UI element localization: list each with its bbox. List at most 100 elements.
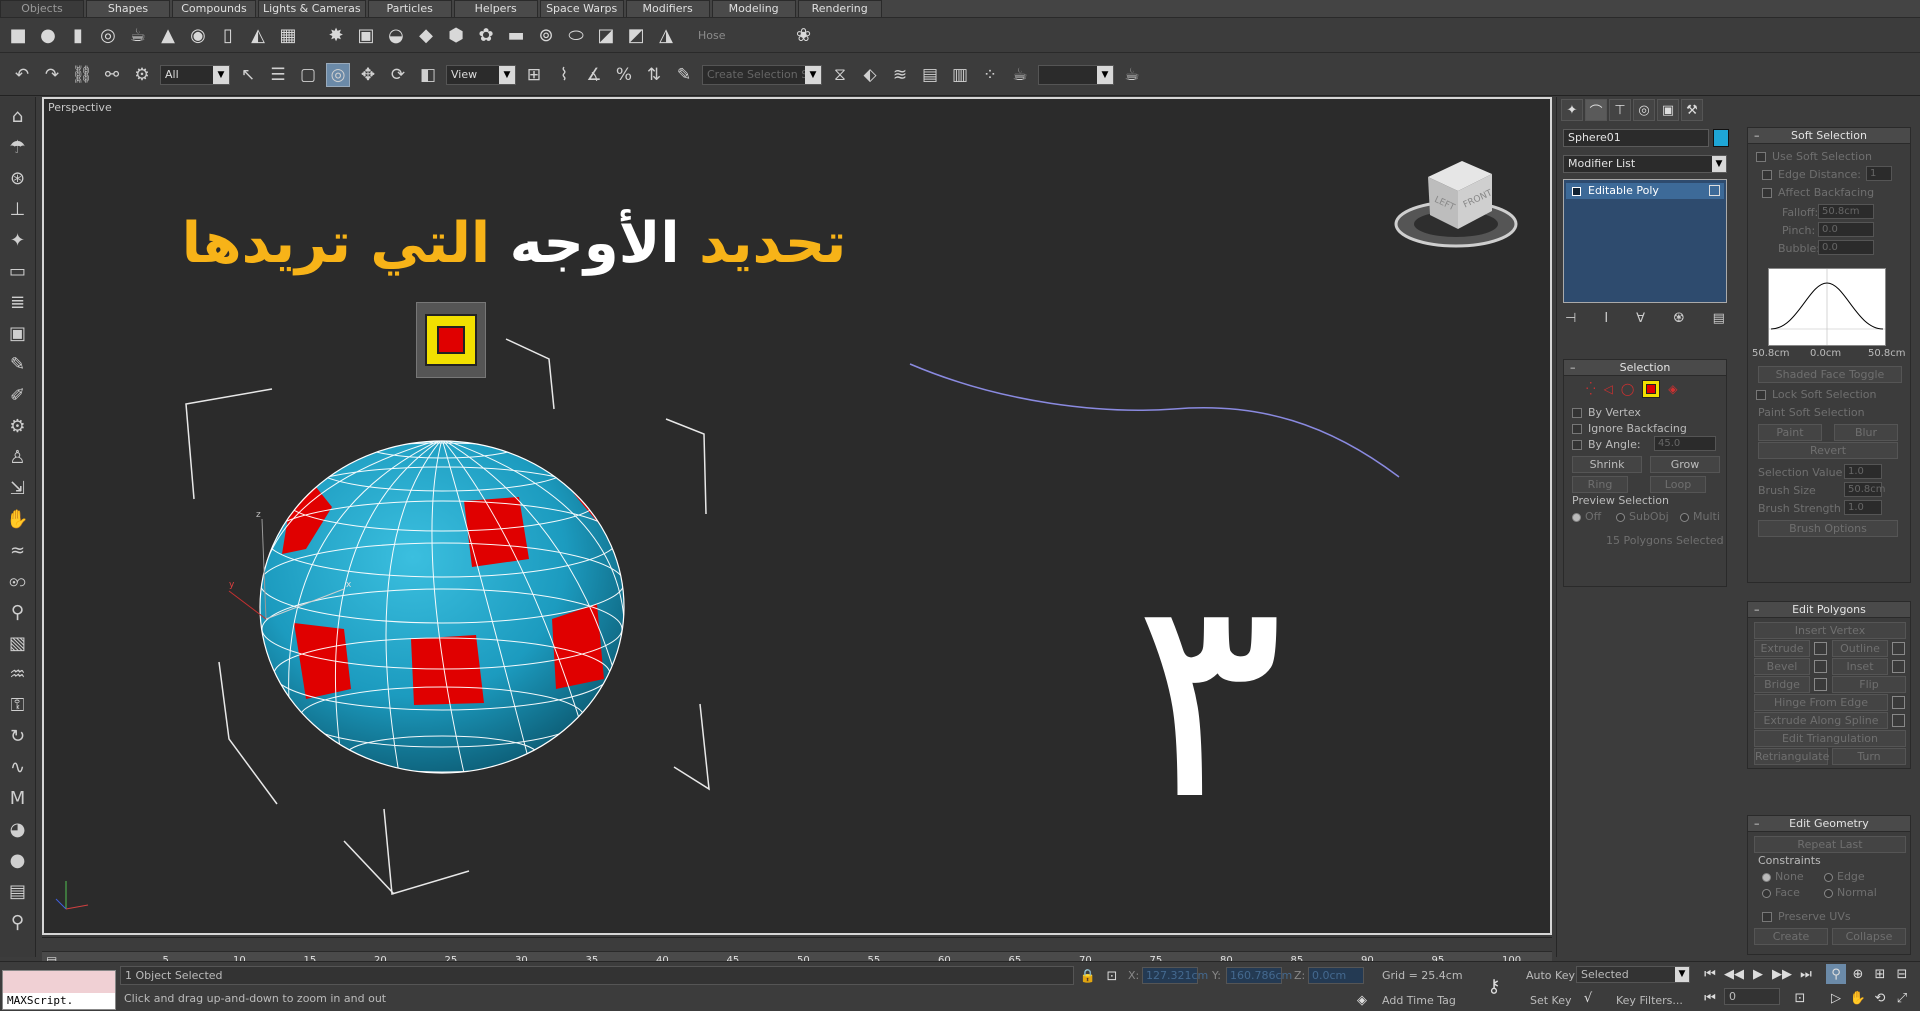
object-name-input[interactable]: Sphere01 bbox=[1563, 129, 1709, 147]
spindle-icon[interactable]: ◆ bbox=[414, 24, 438, 48]
geosphere-icon[interactable]: ◉ bbox=[186, 24, 210, 48]
render-setup-icon[interactable]: ☕ bbox=[1008, 63, 1032, 87]
goto-start-icon[interactable]: ⏮ bbox=[1700, 964, 1720, 984]
shaded-face-toggle-button[interactable]: Shaded Face Toggle bbox=[1758, 366, 1902, 383]
edge-mode-icon[interactable]: ◁ bbox=[1604, 382, 1613, 396]
tab-modeling[interactable]: Modeling bbox=[711, 0, 796, 17]
auto-key-button[interactable]: Auto Key bbox=[1526, 969, 1575, 982]
prism-icon[interactable]: ◮ bbox=[654, 24, 678, 48]
selection-filter-dropdown[interactable]: All ▼ bbox=[160, 64, 230, 85]
rotate-icon[interactable]: ⟳ bbox=[386, 63, 410, 87]
add-time-tag-button[interactable]: Add Time Tag bbox=[1382, 994, 1456, 1007]
motion-tab-icon[interactable]: ◎ bbox=[1633, 99, 1655, 121]
perspective-viewport[interactable]: z y x LEFT FRONT Perspective تحديد الأوج… bbox=[42, 97, 1552, 935]
object-color-swatch[interactable] bbox=[1713, 129, 1729, 147]
selection-value-spinner[interactable]: 1.0 bbox=[1844, 464, 1882, 479]
unlink-icon[interactable]: ⚯ bbox=[100, 63, 124, 87]
paint-button[interactable]: Paint bbox=[1758, 424, 1822, 441]
viewport-label[interactable]: Perspective bbox=[48, 101, 112, 114]
gengon-icon[interactable]: ⬢ bbox=[444, 24, 468, 48]
layer-manager-icon[interactable]: ≋ bbox=[888, 63, 912, 87]
orbit-icon[interactable]: ⊛ bbox=[5, 165, 31, 191]
pin-stack-icon[interactable]: ⊣ bbox=[1565, 311, 1576, 326]
inset-button[interactable]: Inset bbox=[1832, 658, 1905, 675]
hierarchy-tab-icon[interactable]: ⊤ bbox=[1609, 99, 1631, 121]
key-mode-dropdown[interactable]: Selected ▼ bbox=[1576, 966, 1690, 983]
zoom-icon[interactable]: ⚲ bbox=[1826, 964, 1846, 984]
teapot-icon[interactable]: ☕ bbox=[126, 24, 150, 48]
goto-end-icon[interactable]: ⏭ bbox=[1796, 964, 1816, 984]
snap-icon[interactable]: ⌇ bbox=[552, 63, 576, 87]
x-coordinate[interactable]: 127.321cm bbox=[1142, 967, 1208, 984]
tab-helpers[interactable]: Helpers bbox=[453, 0, 538, 17]
window-crossing-icon[interactable]: ◎ bbox=[326, 62, 350, 87]
brush-options-button[interactable]: Brush Options bbox=[1758, 520, 1898, 537]
lock-selection-icon[interactable]: 🔒 bbox=[1078, 966, 1098, 986]
tab-shapes[interactable]: Shapes bbox=[86, 0, 170, 17]
border-mode-icon[interactable]: ◯ bbox=[1621, 382, 1634, 396]
percent-snap-icon[interactable]: % bbox=[612, 63, 636, 87]
cycle-icon[interactable]: ↻ bbox=[5, 723, 31, 749]
named-selection-dropdown[interactable]: Create Selection Se ▼ bbox=[702, 64, 822, 85]
move-icon[interactable]: ✥ bbox=[356, 63, 380, 87]
prev-frame-icon[interactable]: ◀◀ bbox=[1724, 964, 1744, 984]
mirror-icon[interactable]: ⧖ bbox=[828, 63, 852, 87]
material-icon[interactable]: M bbox=[5, 785, 31, 811]
brush-size-spinner[interactable]: 50.8cm bbox=[1844, 482, 1886, 497]
undo-icon[interactable]: ↶ bbox=[10, 63, 34, 87]
align-icon[interactable]: ⬖ bbox=[858, 63, 882, 87]
bevel-button[interactable]: Bevel bbox=[1754, 658, 1827, 675]
hair-icon[interactable]: ♒ bbox=[5, 661, 31, 687]
paint-icon[interactable]: ✐ bbox=[5, 382, 31, 408]
zoom-extents-icon[interactable]: ⊞ bbox=[1870, 964, 1890, 984]
time-slider[interactable] bbox=[42, 937, 1552, 951]
edge-distance-checkbox[interactable]: Edge Distance: bbox=[1762, 168, 1861, 181]
time-tag-icon[interactable]: ◈ bbox=[1352, 990, 1372, 1010]
edit-geometry-header[interactable]: Edit Geometry bbox=[1748, 816, 1910, 832]
constraint-face-radio[interactable]: Face bbox=[1762, 886, 1800, 899]
maximize-viewport-icon[interactable]: ⤢ bbox=[1892, 988, 1912, 1008]
pivot-center-icon[interactable]: ⊞ bbox=[522, 63, 546, 87]
tab-space-warps[interactable]: Space Warps bbox=[539, 0, 624, 17]
next-frame-icon[interactable]: ▶▶ bbox=[1772, 964, 1792, 984]
select-object-icon[interactable]: ↖ bbox=[236, 63, 260, 87]
selection-rollout-header[interactable]: Selection bbox=[1564, 360, 1726, 376]
ring-button[interactable]: Ring bbox=[1572, 476, 1628, 493]
chamfer-cyl-icon[interactable]: ▬ bbox=[504, 24, 528, 48]
render-type-dropdown[interactable]: ▼ bbox=[1038, 64, 1114, 85]
use-soft-selection-checkbox[interactable]: Use Soft Selection bbox=[1756, 150, 1872, 163]
foliage-icon[interactable]: ❀ bbox=[792, 24, 816, 48]
curve-editor-icon[interactable]: ▤ bbox=[918, 63, 942, 87]
blur-button[interactable]: Blur bbox=[1834, 424, 1898, 441]
outline-button[interactable]: Outline bbox=[1832, 640, 1905, 657]
edit-named-sel-icon[interactable]: ✎ bbox=[672, 63, 696, 87]
create-tab-icon[interactable]: ✦ bbox=[1561, 99, 1583, 121]
hand-icon[interactable]: ✋ bbox=[5, 506, 31, 532]
bridge-button[interactable]: Bridge bbox=[1754, 676, 1827, 693]
tab-compounds[interactable]: Compounds bbox=[172, 0, 256, 17]
figure-icon[interactable]: ♙ bbox=[5, 444, 31, 470]
swirl-icon[interactable]: ꩦ bbox=[5, 568, 31, 594]
create-button[interactable]: Create bbox=[1754, 928, 1828, 945]
oiltank-icon[interactable]: ◒ bbox=[384, 24, 408, 48]
maxscript-listener[interactable]: MAXScript. bbox=[2, 970, 116, 1010]
gear-icon[interactable]: ⚙ bbox=[5, 413, 31, 439]
box-tool-icon[interactable]: ▣ bbox=[5, 320, 31, 346]
plane-icon[interactable]: ▦ bbox=[276, 24, 300, 48]
material-editor-icon[interactable]: ⁘ bbox=[978, 63, 1002, 87]
constraint-none-radio[interactable]: None bbox=[1762, 870, 1804, 883]
by-vertex-checkbox[interactable]: By Vertex bbox=[1572, 406, 1641, 419]
current-frame-field[interactable]: 0 bbox=[1724, 988, 1780, 1005]
zoom-tool-icon[interactable]: ⚲ bbox=[5, 909, 31, 935]
create-icon[interactable]: ⌂ bbox=[5, 103, 31, 129]
quick-render-icon[interactable]: ☕ bbox=[1120, 63, 1144, 87]
panel-icon[interactable]: ▤ bbox=[5, 878, 31, 904]
remove-modifier-icon[interactable]: ♼ bbox=[1673, 311, 1685, 326]
affect-backfacing-checkbox[interactable]: Affect Backfacing bbox=[1762, 186, 1874, 199]
retriangulate-button[interactable]: Retriangulate bbox=[1754, 748, 1829, 765]
polygon-mode-icon[interactable] bbox=[1642, 380, 1661, 398]
utilities-tab-icon[interactable]: ⚒ bbox=[1681, 99, 1703, 121]
absolute-mode-icon[interactable]: ⊡ bbox=[1102, 966, 1122, 986]
redo-icon[interactable]: ↷ bbox=[40, 63, 64, 87]
y-coordinate[interactable]: 160.786cm bbox=[1226, 967, 1292, 984]
